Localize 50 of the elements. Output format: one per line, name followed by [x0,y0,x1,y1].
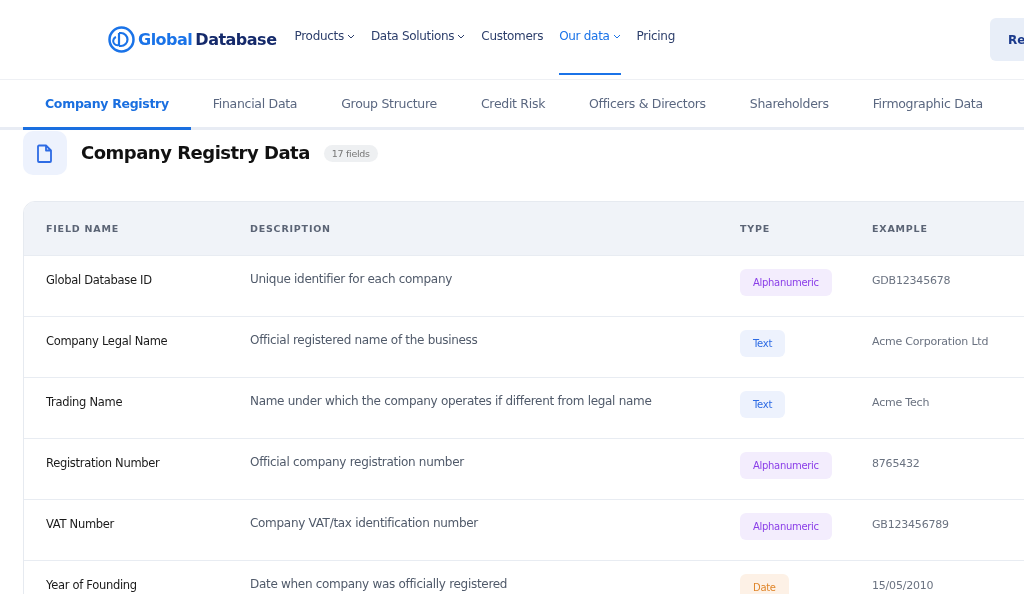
field-description: Official company registration number [250,455,466,469]
type-tag: Alphanumeric [740,452,832,479]
column-header: EXAMPLE [872,223,929,234]
nav-link[interactable]: Pricing [636,0,675,75]
field-description: Unique identifier for each company [250,272,453,286]
logo-icon [108,26,135,53]
field-description: Company VAT/tax identification number [250,516,480,530]
chevron-icon [457,33,466,39]
field-count: 17 fields [323,144,378,162]
logo-text[interactable]: Database [195,30,277,49]
field-description: Name under which the company operates if different from legal name [250,394,653,408]
column-header: TYPE [740,223,771,234]
tab[interactable]: Group Structure [319,80,459,130]
tab[interactable]: Firmographic Data [850,80,1005,130]
tab[interactable]: Financial Data [190,80,320,130]
field-description: Official registered name of the business [250,333,479,347]
tab[interactable]: Shareholders [727,80,851,130]
field-name: Trading Name [46,395,124,409]
field-name: VAT Number [46,517,116,531]
nav-link[interactable]: Customers [481,0,544,75]
request-button[interactable]: Re [990,18,1024,61]
field-name: Company Legal Name [46,334,169,348]
tab[interactable]: Officers & Directors [567,80,728,130]
example-value: Acme Corporation Ltd [872,335,990,348]
field-description: Date when company was officially registered [250,577,509,591]
field-name: Registration Number [46,456,161,470]
chevron-icon [612,33,621,39]
example-value: 15/05/2010 [872,579,935,592]
example-value: GB123456789 [872,518,950,531]
type-tag: Date [740,574,789,594]
chevron-icon [346,33,355,39]
document-icon [23,131,67,175]
nav-link[interactable]: Products [294,0,355,75]
tab[interactable]: Company Registry [23,80,191,130]
type-tag: Text [740,391,786,418]
type-tag: Alphanumeric [740,513,832,540]
section-title: Company Registry Data [81,141,310,163]
example-value: GDB12345678 [872,274,952,287]
tab[interactable]: Credit Risk [458,80,568,130]
field-name: Global Database ID [46,273,153,287]
type-tag: Alphanumeric [740,269,832,296]
nav-link[interactable]: Data Solutions [370,0,466,75]
column-header: DESCRIPTION [250,223,332,234]
example-value: Acme Tech [872,396,931,409]
logo-text[interactable]: Global [138,30,193,49]
nav-link[interactable]: Our data [559,0,621,75]
column-header: FIELD NAME [46,223,120,234]
field-name: Year of Founding [46,578,138,592]
type-tag: Text [740,330,786,357]
example-value: 8765432 [872,457,921,470]
